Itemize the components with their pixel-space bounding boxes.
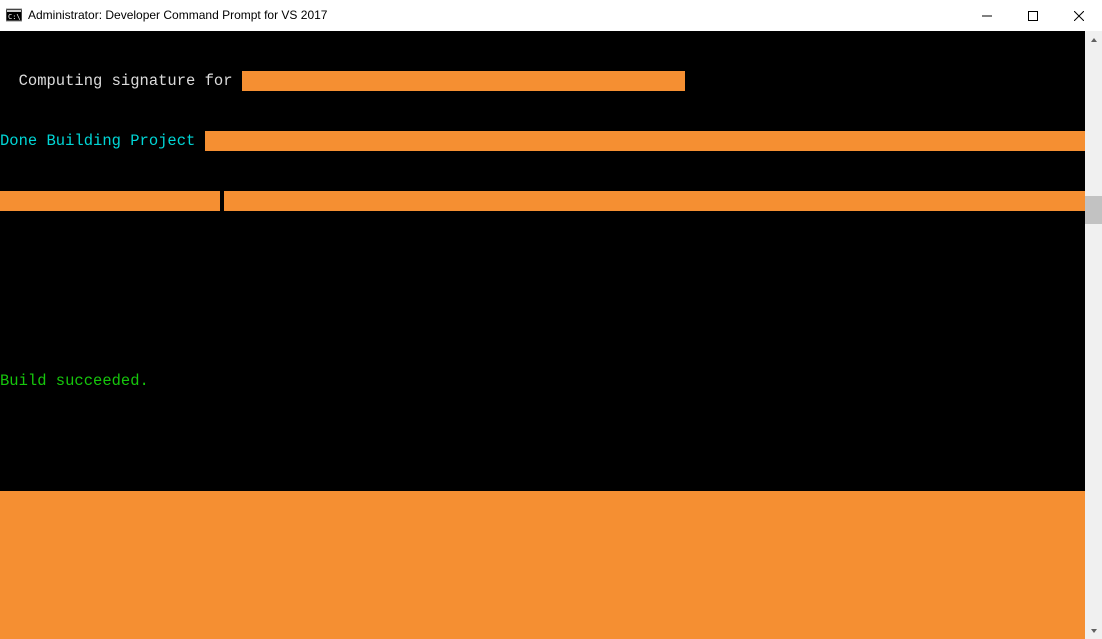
blank-line — [0, 251, 1085, 271]
redacted-block — [205, 131, 1085, 151]
redacted-block-large — [0, 491, 1085, 639]
redacted-block — [242, 71, 685, 91]
window-controls — [964, 0, 1102, 30]
blank-line — [0, 431, 1085, 451]
build-succeeded-text: Build succeeded. — [0, 371, 1085, 391]
maximize-button[interactable] — [1010, 0, 1056, 31]
cmd-icon: C:\ — [6, 7, 22, 23]
scroll-track[interactable] — [1085, 48, 1102, 622]
output-line-done: Done Building Project — [0, 131, 1085, 151]
done-building-text: Done Building Project — [0, 131, 205, 151]
redacted-block — [224, 191, 1085, 211]
blank-line — [0, 311, 1085, 331]
output-line-redacted — [0, 191, 1085, 211]
close-button[interactable] — [1056, 0, 1102, 31]
computing-signature-text: Computing signature for — [0, 71, 242, 91]
minimize-button[interactable] — [964, 0, 1010, 31]
console-output[interactable]: Computing signature for Done Building Pr… — [0, 31, 1085, 639]
window-titlebar: C:\ Administrator: Developer Command Pro… — [0, 0, 1102, 31]
svg-text:C:\: C:\ — [8, 13, 21, 21]
output-line-computing: Computing signature for — [0, 71, 1085, 91]
scroll-up-arrow-icon[interactable] — [1085, 31, 1102, 48]
vertical-scrollbar[interactable] — [1085, 31, 1102, 639]
scroll-down-arrow-icon[interactable] — [1085, 622, 1102, 639]
scroll-thumb[interactable] — [1085, 196, 1102, 224]
console-container: Computing signature for Done Building Pr… — [0, 31, 1102, 639]
window-title: Administrator: Developer Command Prompt … — [28, 8, 964, 22]
redacted-block — [0, 191, 220, 211]
